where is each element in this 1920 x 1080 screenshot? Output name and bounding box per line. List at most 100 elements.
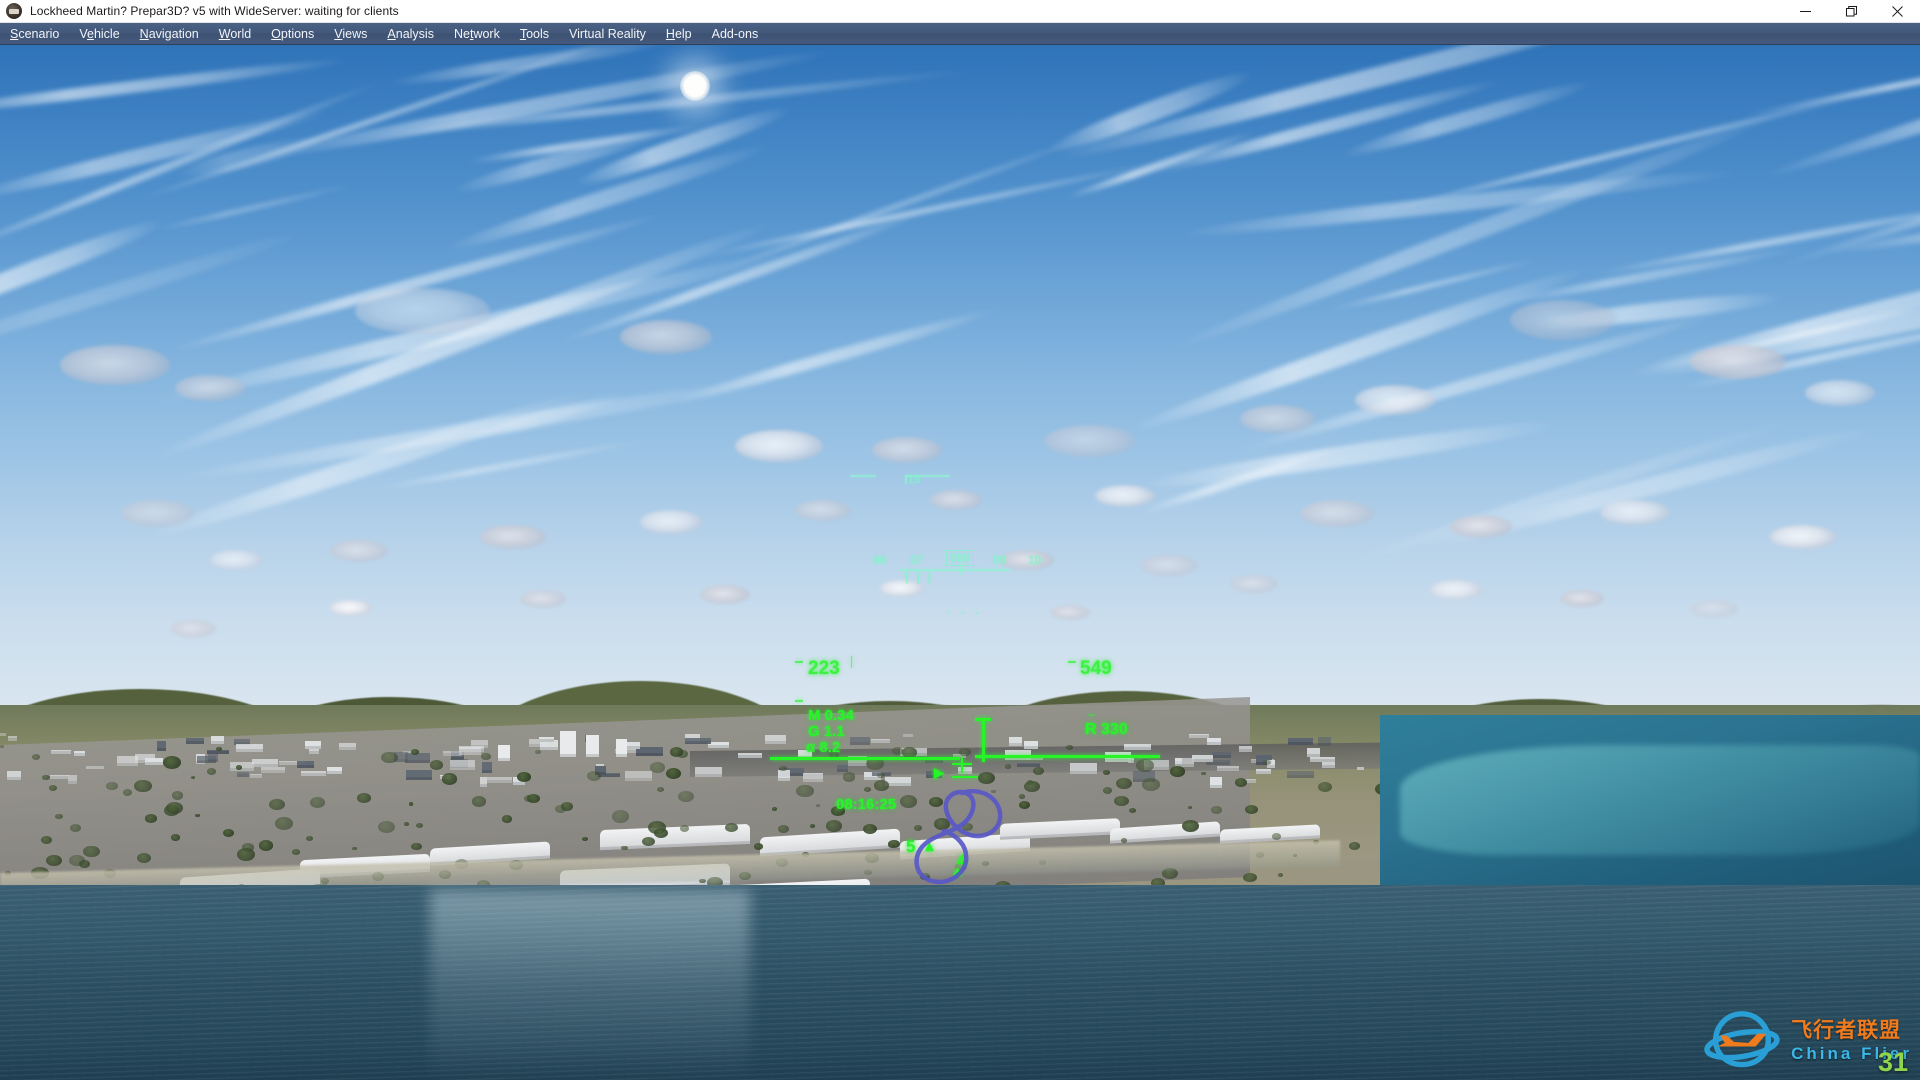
- town-building: [305, 740, 322, 750]
- tree-cluster: [887, 842, 895, 848]
- menu-item-options[interactable]: Options: [261, 23, 324, 45]
- menu-item-analysis[interactable]: Analysis: [377, 23, 444, 45]
- tree-cluster: [274, 816, 293, 830]
- tree-cluster: [866, 757, 884, 770]
- tree-cluster: [1262, 759, 1271, 766]
- cumulus-cloud: [330, 600, 372, 616]
- cumulus-cloud: [210, 550, 262, 570]
- menu-item-vehicle[interactable]: Vehicle: [69, 23, 129, 45]
- town-building: [211, 735, 224, 745]
- cumulus-cloud: [1300, 500, 1374, 527]
- watermark-chinese: 飞行者联盟: [1791, 1019, 1902, 1042]
- town-building: [405, 753, 431, 763]
- town-building: [0, 733, 6, 736]
- menu-item-scenario[interactable]: Scenario: [0, 23, 69, 45]
- tree-cluster: [170, 834, 180, 841]
- tree-cluster: [842, 772, 856, 782]
- menu-item-network[interactable]: Network: [444, 23, 510, 45]
- menu-accel: e: [87, 26, 94, 41]
- tree-cluster: [1102, 787, 1113, 795]
- close-icon[interactable]: [1874, 0, 1920, 23]
- town-building: [1318, 737, 1331, 746]
- cumulus-cloud: [872, 437, 942, 463]
- cumulus-cloud: [520, 590, 566, 608]
- town-building: [847, 756, 868, 767]
- tree-cluster: [1018, 793, 1026, 799]
- tree-cluster: [162, 756, 181, 770]
- minimize-icon[interactable]: [1782, 0, 1828, 23]
- simulator-viewport[interactable]: 15 06 07 080 09 10 | | | . . . 223 │ 549…: [0, 45, 1920, 1080]
- town-building: [208, 752, 219, 763]
- town-building: [74, 750, 86, 757]
- cumulus-cloud: [880, 580, 924, 597]
- town-building: [405, 770, 432, 780]
- tree-cluster: [1277, 873, 1283, 877]
- town-building: [1124, 744, 1152, 750]
- menu-item-navigation[interactable]: Navigation: [130, 23, 209, 45]
- tree-cluster: [42, 774, 50, 781]
- town-building: [479, 776, 488, 787]
- tree-cluster: [1116, 777, 1132, 790]
- watermark-branding: 飞行者联盟 China Flier 31: [1703, 1008, 1912, 1077]
- tree-cluster: [1129, 807, 1136, 813]
- tree-cluster: [621, 845, 628, 851]
- coral-reef-shallows: [1400, 745, 1920, 855]
- cumulus-cloud: [795, 500, 851, 521]
- town-building: [486, 776, 512, 783]
- tree-cluster: [258, 840, 274, 851]
- tree-cluster: [527, 793, 540, 803]
- cumulus-cloud: [640, 510, 702, 534]
- town-building: [925, 771, 942, 779]
- town-building: [1192, 755, 1214, 763]
- tree-cluster: [481, 753, 491, 760]
- tree-cluster: [669, 747, 684, 757]
- cumulus-cloud: [1600, 500, 1670, 525]
- window-title: Lockheed Martin? Prepar3D? v5 with WideS…: [30, 4, 399, 18]
- tree-cluster: [1349, 842, 1360, 850]
- tree-cluster: [292, 849, 300, 855]
- tree-cluster: [831, 806, 845, 817]
- tree-cluster: [1211, 806, 1222, 814]
- town-building: [297, 761, 314, 768]
- tree-cluster: [408, 802, 414, 806]
- town-building: [871, 739, 891, 744]
- town-building: [625, 771, 653, 782]
- cumulus-cloud: [1000, 550, 1054, 570]
- town-building: [85, 765, 104, 770]
- tree-cluster: [829, 751, 839, 759]
- tree-cluster: [1004, 763, 1012, 769]
- town-building: [625, 741, 640, 749]
- main-menubar: Scenario Vehicle Navigation World Option…: [0, 23, 1920, 45]
- cumulus-cloud: [480, 525, 546, 549]
- menu-item-addons[interactable]: Add-ons: [702, 23, 769, 45]
- town-building: [1211, 751, 1231, 758]
- tree-cluster: [136, 852, 151, 863]
- tree-cluster: [877, 772, 885, 779]
- menu-item-tools[interactable]: Tools: [510, 23, 559, 45]
- cumulus-cloud: [170, 620, 216, 638]
- menu-item-views[interactable]: Views: [324, 23, 377, 45]
- tree-cluster: [1182, 819, 1200, 832]
- menu-accel: H: [665, 26, 675, 41]
- menu-item-virtual-reality[interactable]: Virtual Reality: [559, 23, 656, 45]
- tree-cluster: [1272, 832, 1282, 840]
- cumulus-cloud: [620, 320, 712, 354]
- tree-cluster: [269, 799, 285, 811]
- menu-item-help[interactable]: Help: [656, 23, 702, 45]
- town-building: [481, 762, 493, 774]
- cumulus-cloud: [355, 288, 490, 334]
- plane-orbit-logo: [1704, 1011, 1780, 1068]
- tree-cluster: [403, 822, 409, 826]
- town-building: [67, 775, 78, 784]
- tree-cluster: [1170, 766, 1185, 777]
- tree-cluster: [430, 760, 443, 770]
- tree-cluster: [352, 846, 357, 850]
- menu-accel: N: [139, 26, 149, 41]
- tree-cluster: [1102, 769, 1111, 775]
- p3d-app-icon: [6, 3, 22, 19]
- restore-icon[interactable]: [1828, 0, 1874, 23]
- menu-item-world[interactable]: World: [209, 23, 261, 45]
- town-building: [798, 749, 812, 760]
- town-building: [538, 736, 555, 742]
- town-building: [458, 746, 484, 752]
